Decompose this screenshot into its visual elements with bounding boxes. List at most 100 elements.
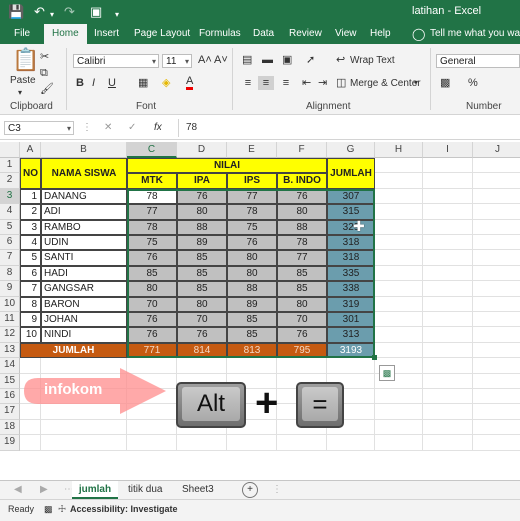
score-cell[interactable]: 76 (177, 327, 227, 343)
column-header-i[interactable]: I (423, 142, 473, 158)
fill-handle[interactable] (372, 355, 377, 361)
row-header-8[interactable]: 8 (0, 265, 20, 282)
score-cell[interactable]: 75 (227, 219, 277, 235)
grid-cell[interactable] (375, 219, 423, 235)
grid-cell[interactable] (423, 389, 473, 405)
grid-cell[interactable] (20, 419, 41, 436)
grid-cell[interactable] (41, 419, 127, 436)
grid-cell[interactable] (227, 358, 277, 374)
total-cell[interactable]: 313 (327, 327, 375, 343)
formula-input[interactable]: 78 (186, 121, 197, 135)
cut-icon[interactable]: ✂ (40, 50, 49, 64)
grid-cell[interactable] (423, 312, 473, 328)
quick-analysis-icon[interactable]: ▩ (379, 365, 395, 381)
worksheet-grid[interactable]: ABCDEFGHIJ 1 2 3 4 5 6 7 8 9 10 11 12 13 14 15 16 17 18 19… (0, 142, 520, 478)
font-size-select[interactable]: 11 ▾ (162, 54, 192, 68)
grid-cell[interactable] (277, 435, 327, 451)
grid-cell[interactable] (375, 419, 423, 436)
row-header-4[interactable]: 4 (0, 204, 20, 220)
total-cell[interactable]: 318 (327, 250, 375, 266)
grid-cell[interactable] (375, 296, 423, 312)
score-cell[interactable]: 89 (177, 235, 227, 251)
student-name[interactable]: SANTI (41, 250, 127, 266)
scroll-left-icon[interactable]: ◀ (14, 481, 22, 499)
decrease-indent-icon[interactable]: ⇤ (302, 76, 311, 90)
column-header-g[interactable]: G (327, 142, 375, 158)
score-cell[interactable]: 89 (227, 296, 277, 312)
grid-cell[interactable] (375, 250, 423, 266)
footer-total-cell[interactable]: 814 (177, 342, 227, 359)
score-cell[interactable]: 80 (177, 296, 227, 312)
grid-cell[interactable] (473, 358, 520, 374)
accessibility-status[interactable]: Accessibility: Investigate (70, 504, 178, 514)
row-header-17[interactable]: 17 (0, 404, 20, 420)
print-preview-icon[interactable]: ▣ (90, 4, 102, 20)
grid-cell[interactable] (423, 219, 473, 235)
undo-dropdown-icon[interactable]: ▾ (50, 7, 54, 23)
wrap-text-button[interactable]: Wrap Text (350, 54, 395, 68)
total-cell[interactable]: 319 (327, 296, 375, 312)
grid-cell[interactable] (423, 373, 473, 389)
grid-cell[interactable] (41, 435, 127, 451)
grid-cell[interactable] (375, 312, 423, 328)
grow-font-button[interactable]: A˄ (198, 53, 212, 67)
header-subject[interactable]: IPS (227, 173, 277, 189)
align-center-icon[interactable]: ≡ (258, 76, 274, 90)
align-right-icon[interactable]: ≡ (278, 76, 294, 90)
grid-cell[interactable] (375, 404, 423, 420)
score-cell[interactable]: 70 (127, 296, 177, 312)
borders-icon[interactable]: ▦ (138, 76, 148, 90)
row-header-9[interactable]: 9 (0, 281, 20, 297)
header-jumlah[interactable]: JUMLAH (327, 158, 375, 189)
grid-cell[interactable] (423, 342, 473, 359)
grid-cell[interactable] (375, 281, 423, 297)
column-header-h[interactable]: H (375, 142, 423, 158)
tab-help[interactable]: Help (370, 24, 391, 44)
percent-icon[interactable]: % (468, 76, 478, 90)
score-cell[interactable]: 80 (127, 281, 177, 297)
column-header-e[interactable]: E (227, 142, 277, 158)
grid-cell[interactable] (375, 265, 423, 282)
student-no[interactable]: 9 (20, 312, 41, 328)
tab-data[interactable]: Data (253, 24, 274, 44)
score-cell[interactable]: 80 (227, 250, 277, 266)
enter-icon[interactable]: ✓ (128, 121, 136, 135)
row-header-16[interactable]: 16 (0, 389, 20, 405)
grid-cell[interactable] (375, 188, 423, 205)
grid-cell[interactable] (127, 435, 177, 451)
footer-total-cell[interactable]: 813 (227, 342, 277, 359)
bold-button[interactable]: B (76, 76, 84, 90)
tab-scroll-handle-icon[interactable]: ⋮ (272, 481, 282, 499)
total-cell[interactable]: 301 (327, 312, 375, 328)
grid-cell[interactable] (473, 343, 520, 359)
header-nama-siswa[interactable]: NAMA SISWA (41, 158, 127, 189)
save-icon[interactable]: 💾 (8, 4, 24, 20)
grid-cell[interactable] (20, 435, 41, 451)
tab-formulas[interactable]: Formulas (199, 24, 241, 44)
merge-center-icon[interactable]: ◫ (336, 76, 346, 90)
grid-cell[interactable] (473, 173, 520, 189)
number-format-select[interactable]: General (436, 54, 520, 68)
format-painter-icon[interactable]: 🖌 (40, 82, 54, 96)
score-cell[interactable]: 76 (177, 188, 227, 205)
row-header-15[interactable]: 15 (0, 373, 20, 389)
column-header-j[interactable]: J (473, 142, 520, 158)
row-header-14[interactable]: 14 (0, 358, 20, 374)
redo-icon[interactable]: ↷ (64, 4, 75, 20)
grid-cell[interactable] (473, 389, 520, 405)
student-name[interactable]: ADI (41, 204, 127, 220)
score-cell[interactable]: 77 (277, 250, 327, 266)
score-cell[interactable]: 78 (227, 204, 277, 220)
select-all-corner[interactable] (0, 142, 20, 158)
grid-cell[interactable] (423, 281, 473, 297)
grid-cell[interactable] (473, 297, 520, 312)
paste-dropdown-icon[interactable]: ▾ (18, 86, 22, 100)
student-no[interactable]: 3 (20, 219, 41, 235)
total-cell[interactable]: 318 (327, 235, 375, 251)
scroll-right-icon[interactable]: ▶ (40, 481, 48, 499)
total-cell[interactable]: 329 (327, 219, 375, 235)
increase-indent-icon[interactable]: ⇥ (318, 76, 327, 90)
merge-dropdown-icon[interactable]: ▾ (414, 76, 418, 90)
macro-record-icon[interactable]: ▩ (44, 504, 53, 515)
student-no[interactable]: 4 (20, 235, 41, 251)
